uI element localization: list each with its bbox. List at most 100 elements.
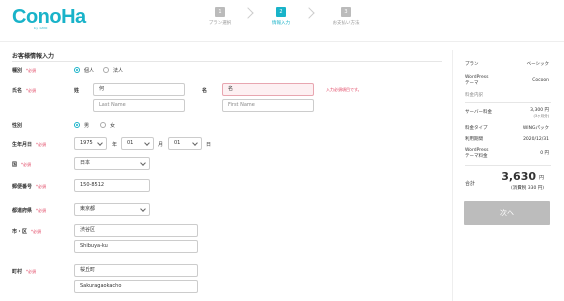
summary-value: WINGパック — [522, 126, 549, 131]
next-button[interactable]: 次へ — [464, 201, 550, 225]
chevron-down-icon — [144, 140, 150, 146]
town-en-input[interactable]: Sakuragaokacho — [74, 280, 198, 293]
summary-key: 料金内訳 — [465, 93, 483, 98]
summary-note: (3ヶ月分) — [533, 114, 549, 118]
chevron-down-icon — [140, 206, 146, 212]
step-2: 2 情報入力 — [261, 7, 301, 26]
chevron-down-icon — [140, 160, 146, 166]
section-title: お客様情報入力 — [12, 53, 55, 60]
day-unit: 日 — [206, 142, 212, 148]
required-mark: *必須 — [36, 208, 47, 213]
header: ConoHa by GMO 1 プラン選択 2 情報入力 3 お支払い方法 — [0, 0, 564, 42]
mei-label: 名 — [202, 88, 208, 94]
country-value: 日本 — [80, 160, 91, 166]
required-mark: *必須 — [26, 269, 37, 274]
step-indicator: 1 プラン選択 2 情報入力 3 お支払い方法 — [200, 7, 370, 37]
country-label-text: 国 — [12, 162, 18, 168]
summary-key: サーバー料金 — [465, 110, 492, 115]
last-name-input[interactable]: Last Name — [93, 99, 185, 112]
summary-value: ベーシック — [526, 62, 549, 67]
type-individual-label: 個人 — [84, 68, 95, 74]
birth-month-value: 01 — [127, 140, 134, 146]
summary-value: 0 円 — [540, 151, 549, 156]
required-mark: *必須 — [21, 162, 32, 167]
town-label-text: 町村 — [12, 269, 23, 275]
summary-key: WordPress テーマ — [465, 75, 489, 86]
type-individual-radio[interactable] — [74, 67, 80, 73]
required-mark: *必須 — [36, 142, 47, 147]
birthdate-label-text: 生年月日 — [12, 142, 33, 148]
required-mark: *必須 — [36, 184, 47, 189]
type-label: 種別 *必須 — [12, 67, 36, 74]
year-unit: 年 — [112, 142, 118, 148]
total-label: 合計 — [465, 181, 476, 187]
prefecture-label: 都道府県 *必須 — [12, 207, 46, 214]
birthdate-label: 生年月日 *必須 — [12, 141, 46, 148]
gender-female-label: 女 — [110, 123, 116, 129]
step-1: 1 プラン選択 — [200, 7, 240, 26]
type-label-text: 種別 — [12, 68, 23, 74]
required-mark: *必須 — [26, 68, 37, 73]
required-mark: *必須 — [31, 229, 42, 234]
summary-value: Cocoon — [532, 78, 549, 83]
type-corporate-label: 法人 — [113, 68, 124, 74]
summary-key: 利用期間 — [465, 137, 483, 142]
step-3: 3 お支払い方法 — [326, 7, 366, 26]
step-3-label: お支払い方法 — [332, 21, 360, 26]
city-en-input[interactable]: Shibuya-ku — [74, 240, 198, 253]
country-label: 国 *必須 — [12, 161, 31, 168]
gender-label-text: 性別 — [12, 123, 23, 129]
sei-kanji-input[interactable]: 何 — [93, 83, 185, 96]
step-2-label: 情報入力 — [272, 21, 290, 26]
birth-year-select[interactable]: 1975 — [74, 137, 107, 150]
summary-key: WordPress テーマ料金 — [465, 148, 489, 159]
step-2-number: 2 — [276, 7, 286, 17]
step-1-label: プラン選択 — [208, 21, 232, 26]
name-label: 氏名 *必須 — [12, 87, 36, 94]
gender-female-radio[interactable] — [100, 122, 106, 128]
first-name-input[interactable]: First Name — [222, 99, 314, 112]
chevron-right-icon — [242, 7, 254, 19]
total-yen: 円 — [538, 175, 544, 181]
sei-label: 姓 — [74, 88, 80, 94]
divider — [12, 61, 442, 62]
type-corporate-radio[interactable] — [103, 67, 109, 73]
birth-month-select[interactable]: 01 — [121, 137, 154, 150]
divider — [465, 102, 551, 103]
country-select[interactable]: 日本 — [74, 157, 150, 170]
total-amount: 3,630 — [501, 170, 536, 183]
logo[interactable]: ConoHa — [12, 6, 86, 29]
birth-day-value: 01 — [174, 140, 181, 146]
zip-label: 郵便番号 *必須 — [12, 183, 46, 190]
summary-key: 料金タイプ — [465, 126, 488, 131]
mei-kanji-input[interactable]: 名 — [222, 83, 314, 96]
gender-male-radio[interactable] — [74, 122, 80, 128]
chevron-right-icon — [303, 7, 315, 19]
city-label: 市・区 *必須 — [12, 228, 41, 235]
birth-year-value: 1975 — [80, 140, 93, 146]
required-mark: *必須 — [26, 88, 37, 93]
gender-male-label: 男 — [84, 123, 90, 129]
city-label-text: 市・区 — [12, 229, 28, 235]
town-label: 町村 *必須 — [12, 268, 36, 275]
birth-day-select[interactable]: 01 — [168, 137, 202, 150]
city-input[interactable]: 渋谷区 — [74, 224, 198, 237]
town-input[interactable]: 桜丘町 — [74, 264, 198, 277]
chevron-down-icon — [97, 140, 103, 146]
name-label-text: 氏名 — [12, 88, 23, 94]
prefecture-select[interactable]: 東京都 — [74, 203, 150, 216]
zip-input[interactable]: 150-8512 — [74, 179, 150, 192]
order-summary: プラン ベーシック WordPress テーマ Cocoon 料金内訳 サーバー… — [452, 50, 564, 301]
total-tax: (消費税 330 円) — [511, 186, 544, 191]
prefecture-value: 東京都 — [80, 206, 96, 212]
step-1-number: 1 — [215, 7, 225, 17]
name-error-message: 入力必須項目です。 — [326, 87, 362, 92]
zip-label-text: 郵便番号 — [12, 184, 33, 190]
summary-value: 2020/12/31 — [523, 137, 549, 142]
prefecture-label-text: 都道府県 — [12, 208, 33, 214]
chevron-down-icon — [192, 140, 198, 146]
logo-subtitle: by GMO — [34, 26, 48, 30]
divider — [465, 165, 551, 166]
month-unit: 月 — [158, 142, 164, 148]
summary-key: プラン — [465, 62, 479, 67]
